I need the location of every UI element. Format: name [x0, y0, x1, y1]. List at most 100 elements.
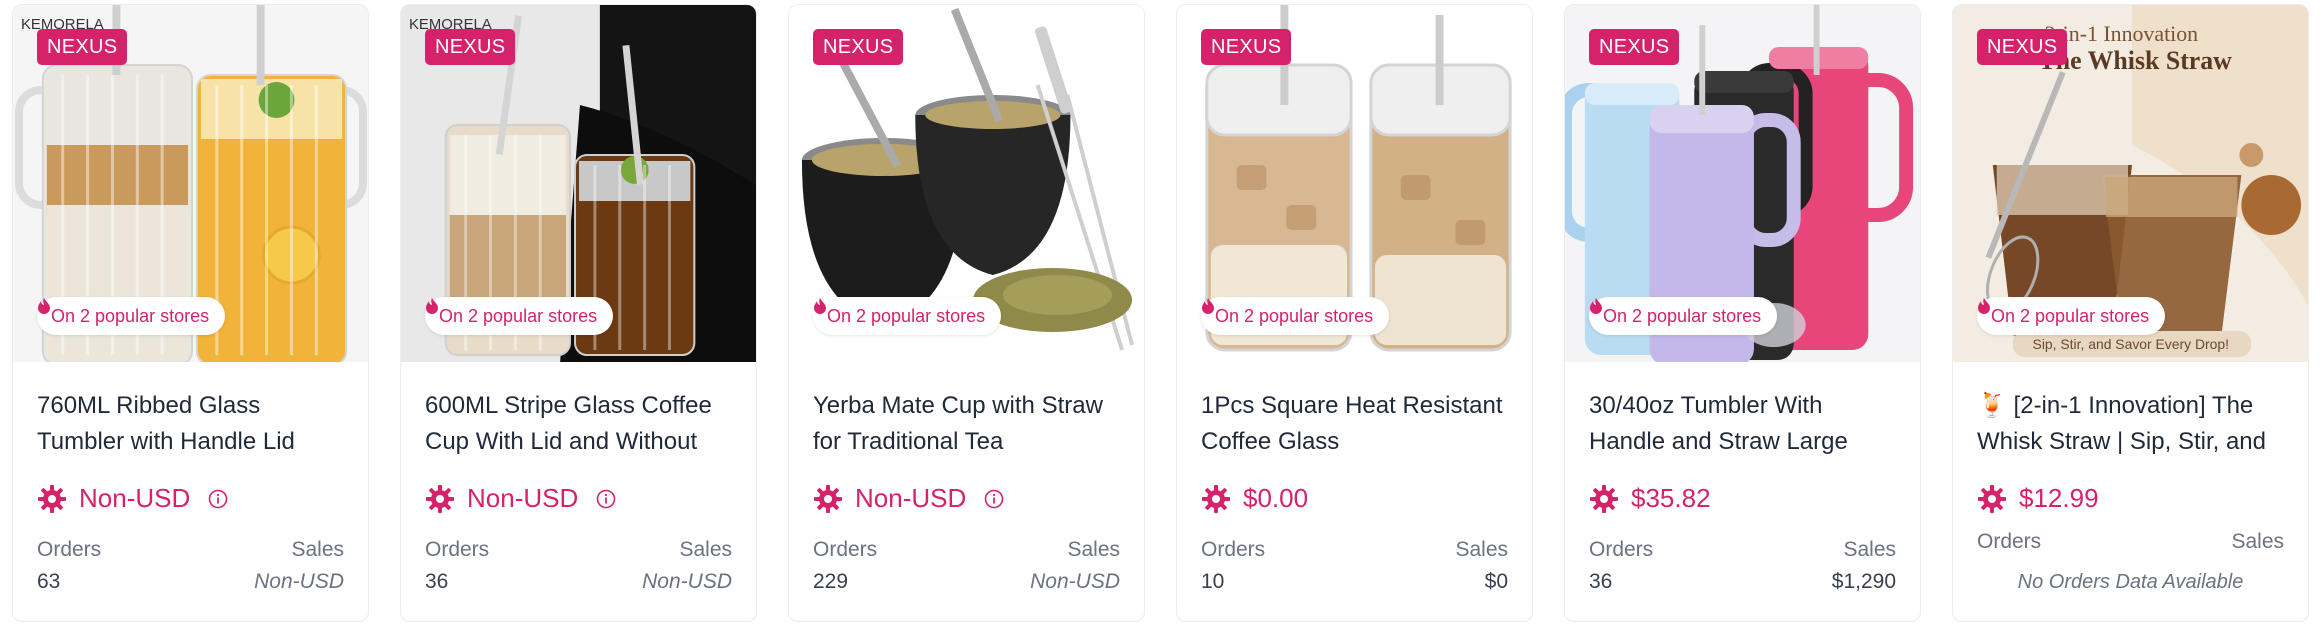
price-row: $35.82 — [1589, 483, 1711, 514]
gear-icon — [1590, 484, 1618, 513]
flame-icon — [814, 298, 826, 314]
orders-value: 63 — [37, 570, 61, 593]
stat-labels: Orders Sales — [1589, 538, 1896, 562]
orders-label: Orders — [813, 538, 878, 561]
sales-label: Sales — [1067, 538, 1120, 561]
gear-icon — [1202, 484, 1230, 513]
sales-value: $0 — [1484, 570, 1508, 593]
popular-stores-chip[interactable]: On 2 popular stores — [1977, 297, 2166, 335]
product-card[interactable]: 2-in-1 Innovation The Whisk Straw Sip, S… — [1952, 4, 2309, 622]
product-image[interactable]: NEXUS On 2 popular stores — [1177, 5, 1532, 362]
info-icon[interactable] — [984, 489, 1004, 509]
product-price: $35.82 — [1631, 483, 1711, 513]
product-card[interactable]: NEXUS On 2 popular stores 30/40oz Tumble… — [1564, 4, 1921, 622]
popular-stores-label: On 2 popular stores — [827, 305, 986, 326]
product-image[interactable]: 2-in-1 Innovation The Whisk Straw Sip, S… — [1953, 5, 2308, 362]
orders-label: Orders — [425, 538, 490, 561]
popular-stores-label: On 2 popular stores — [1991, 305, 2150, 326]
product-title[interactable]: 1Pcs Square Heat Resistant Coffee Glass — [1201, 388, 1516, 460]
popular-stores-chip[interactable]: On 2 popular stores — [425, 297, 614, 335]
popular-stores-chip[interactable]: On 2 popular stores — [813, 297, 1002, 335]
price-row: $0.00 — [1201, 483, 1308, 514]
flame-icon — [1590, 298, 1602, 314]
product-title[interactable]: 30/40oz Tumbler With Handle and Straw La… — [1589, 388, 1904, 460]
product-price: Non-USD — [79, 483, 191, 513]
stat-values: 229 Non-USD — [813, 570, 1120, 594]
popular-stores-label: On 2 popular stores — [1215, 305, 1374, 326]
product-title[interactable]: Yerba Mate Cup with Straw for Traditiona… — [813, 388, 1128, 460]
nexus-badge: NEXUS — [37, 29, 128, 65]
stat-labels: Orders Sales — [813, 538, 1120, 562]
product-image[interactable]: KEMORELA NEXUS On 2 popular stores — [401, 5, 756, 362]
nexus-badge: NEXUS — [1977, 29, 2068, 65]
stat-values: 63 Non-USD — [37, 570, 344, 594]
image-text-top: 2-in-1 Innovation — [2044, 21, 2198, 46]
price-row: Non-USD — [813, 483, 1004, 514]
gear-icon — [426, 484, 454, 513]
product-title[interactable]: 760ML Ribbed Glass Tumbler with Handle L… — [37, 388, 352, 460]
popular-stores-label: On 2 popular stores — [439, 305, 598, 326]
no-orders-message: No Orders Data Available — [2017, 571, 2244, 593]
flame-icon — [1978, 298, 1990, 314]
product-card[interactable]: KEMORELA NEXUS On 2 popular stores 600ML… — [400, 4, 757, 622]
sales-value: $1,290 — [1831, 570, 1896, 593]
info-icon[interactable] — [596, 489, 616, 509]
flame-icon — [426, 298, 438, 314]
price-row: Non-USD — [425, 483, 616, 514]
popular-stores-chip[interactable]: On 2 popular stores — [37, 297, 226, 335]
price-row: Non-USD — [37, 483, 228, 514]
flame-icon — [1202, 298, 1214, 314]
sales-value: Non-USD — [642, 570, 732, 593]
price-row: $12.99 — [1977, 483, 2099, 514]
image-text-main: The Whisk Straw — [2039, 46, 2233, 75]
sales-label: Sales — [1455, 538, 1508, 561]
orders-value: 229 — [813, 570, 849, 593]
product-image[interactable]: KEMORELA NEXUS On 2 popular stores — [13, 5, 368, 362]
product-price: Non-USD — [467, 483, 579, 513]
stat-values: 36 Non-USD — [425, 570, 732, 594]
orders-value: 10 — [1201, 570, 1225, 593]
product-card[interactable]: NEXUS On 2 popular stores Yerba Mate Cup… — [788, 4, 1145, 622]
nexus-badge: NEXUS — [813, 29, 904, 65]
nexus-badge: NEXUS — [425, 29, 516, 65]
sales-label: Sales — [679, 538, 732, 561]
popular-stores-chip[interactable]: On 2 popular stores — [1201, 297, 1390, 335]
product-price: Non-USD — [855, 483, 967, 513]
sales-value: Non-USD — [1030, 570, 1120, 593]
product-image[interactable]: NEXUS On 2 popular stores — [1565, 5, 1920, 362]
orders-label: Orders — [1201, 538, 1266, 561]
orders-value: 36 — [425, 570, 449, 593]
popular-stores-chip[interactable]: On 2 popular stores — [1589, 297, 1778, 335]
sales-value: Non-USD — [254, 570, 344, 593]
stat-values: 36 $1,290 — [1589, 570, 1896, 594]
product-price: $0.00 — [1243, 483, 1309, 513]
product-title[interactable]: 🍹 [2-in-1 Innovation] The Whisk Straw | … — [1977, 388, 2292, 460]
nexus-badge: NEXUS — [1201, 29, 1292, 65]
product-image[interactable]: NEXUS On 2 popular stores — [789, 5, 1144, 362]
orders-label: Orders — [1589, 538, 1654, 561]
popular-stores-label: On 2 popular stores — [51, 305, 210, 326]
nexus-badge: NEXUS — [1589, 29, 1680, 65]
popular-stores-label: On 2 popular stores — [1603, 305, 1762, 326]
product-card[interactable]: NEXUS On 2 popular stores 1Pcs Square He… — [1176, 4, 1533, 622]
stat-labels: Orders Sales — [1977, 530, 2284, 554]
image-text-bottom: Sip, Stir, and Savor Every Drop! — [2033, 336, 2229, 352]
sales-label: Sales — [2231, 530, 2284, 553]
gear-icon — [38, 484, 66, 513]
stat-labels: Orders Sales — [37, 538, 344, 562]
product-title[interactable]: 600ML Stripe Glass Coffee Cup With Lid a… — [425, 388, 740, 460]
stat-values: 10 $0 — [1201, 570, 1508, 594]
product-price: $12.99 — [2019, 483, 2099, 513]
flame-icon — [38, 298, 50, 314]
sales-label: Sales — [291, 538, 344, 561]
stat-labels: Orders Sales — [1201, 538, 1508, 562]
gear-icon — [1978, 484, 2006, 513]
orders-value: 36 — [1589, 570, 1613, 593]
orders-label: Orders — [37, 538, 102, 561]
product-card[interactable]: KEMORELA NEXUS On 2 popular stores 760ML… — [12, 4, 369, 622]
stat-labels: Orders Sales — [425, 538, 732, 562]
orders-label: Orders — [1977, 530, 2042, 553]
sales-label: Sales — [1843, 538, 1896, 561]
info-icon[interactable] — [208, 489, 228, 509]
gear-icon — [814, 484, 842, 513]
